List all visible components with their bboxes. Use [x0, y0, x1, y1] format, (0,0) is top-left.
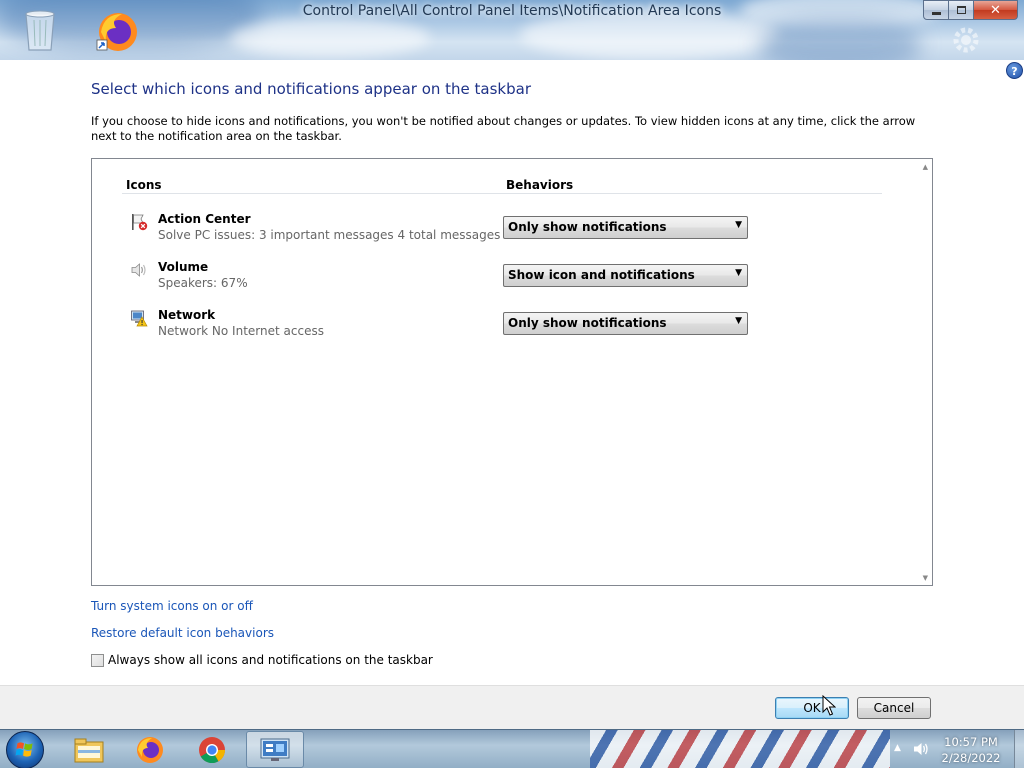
- window-titlebar[interactable]: Control Panel\All Control Panel Items\No…: [0, 0, 1024, 60]
- taskbar: ▲ 10:57 PM 2/28/2022: [0, 729, 1024, 768]
- file-explorer-icon: [74, 738, 104, 762]
- firefox-icon: [137, 736, 163, 763]
- show-desktop-button[interactable]: [1014, 730, 1024, 768]
- list-scrollbar[interactable]: ▲ ▼: [915, 159, 932, 585]
- dropdown-value: Show icon and notifications: [508, 268, 695, 282]
- list-item-name: Volume: [158, 260, 209, 274]
- chevron-down-icon: ▼: [735, 316, 742, 326]
- list-item-network: Network Network No Internet access Only …: [130, 307, 890, 347]
- close-button[interactable]: ✕: [973, 0, 1018, 20]
- column-header-icons: Icons: [126, 178, 162, 192]
- gear-icon: [953, 27, 979, 53]
- minimize-button[interactable]: [923, 0, 949, 20]
- chrome-icon: [199, 736, 226, 763]
- dialog-footer: OK Cancel: [0, 685, 1024, 729]
- restore-default-behaviors-link[interactable]: Restore default icon behaviors: [91, 626, 274, 640]
- clock-date[interactable]: 2/28/2022: [940, 751, 1002, 765]
- behavior-dropdown-action-center[interactable]: Only show notifications ▼: [503, 216, 748, 239]
- dropdown-value: Only show notifications: [508, 316, 667, 330]
- help-icon[interactable]: ?: [1006, 62, 1023, 79]
- taskbar-file-explorer[interactable]: [60, 731, 118, 768]
- always-show-all-icons-checkbox[interactable]: Always show all icons and notifications …: [91, 653, 433, 667]
- list-item-description: Speakers: 67%: [158, 276, 248, 290]
- notification-icons-list[interactable]: Icons Behaviors Action Center Solve PC i…: [91, 158, 933, 586]
- scroll-down-icon[interactable]: ▼: [923, 574, 928, 582]
- page-title: Select which icons and notifications app…: [91, 80, 531, 98]
- checkbox-box[interactable]: [91, 653, 104, 667]
- minimize-icon: [931, 11, 941, 15]
- speaker-icon: [131, 263, 146, 277]
- checkbox-label: Always show all icons and notifications …: [108, 653, 433, 667]
- chevron-down-icon: ▼: [735, 220, 742, 230]
- list-item-action-center: Action Center Solve PC issues: 3 importa…: [130, 211, 890, 251]
- notification-area: ▲ 10:57 PM 2/28/2022: [890, 730, 1024, 768]
- windows-start-orb-icon[interactable]: [6, 731, 44, 768]
- list-item-name: Network: [158, 308, 216, 322]
- volume-tray-icon[interactable]: [912, 740, 930, 758]
- dropdown-value: Only show notifications: [508, 220, 667, 234]
- turn-system-icons-link[interactable]: Turn system icons on or off: [91, 599, 253, 613]
- clock-time[interactable]: 10:57 PM: [940, 735, 1002, 749]
- taskbar-control-panel[interactable]: [246, 731, 304, 768]
- action-center-flag-icon: [132, 214, 148, 231]
- column-header-behaviors: Behaviors: [506, 178, 574, 192]
- windows-logo-icon: [15, 742, 33, 757]
- wallpaper-peek: [590, 730, 890, 768]
- list-item-description: Network No Internet access: [158, 324, 324, 338]
- mouse-cursor-icon: [822, 695, 836, 716]
- network-warning-icon: [131, 310, 148, 327]
- show-hidden-icons-arrow[interactable]: ▲: [894, 743, 901, 753]
- cancel-button[interactable]: Cancel: [857, 697, 931, 719]
- restore-icon: [956, 6, 966, 14]
- ok-button[interactable]: OK: [775, 697, 849, 719]
- scroll-up-icon[interactable]: ▲: [923, 163, 928, 171]
- chevron-down-icon: ▼: [735, 268, 742, 278]
- close-icon: ✕: [990, 2, 1001, 18]
- window-title: Control Panel\All Control Panel Items\No…: [302, 3, 722, 19]
- behavior-dropdown-network[interactable]: Only show notifications ▼: [503, 312, 748, 335]
- list-item-name: Action Center: [158, 212, 251, 226]
- header-divider: [122, 193, 882, 194]
- restore-button[interactable]: [948, 0, 974, 20]
- list-item-volume: Volume Speakers: 67% Show icon and notif…: [130, 259, 890, 299]
- taskbar-firefox[interactable]: [121, 731, 179, 768]
- control-panel-icon: [260, 738, 290, 761]
- behavior-dropdown-volume[interactable]: Show icon and notifications ▼: [503, 264, 748, 287]
- list-item-description: Solve PC issues: 3 important messages 4 …: [158, 228, 501, 242]
- taskbar-chrome[interactable]: [183, 731, 241, 768]
- page-description: If you choose to hide icons and notifica…: [91, 114, 916, 143]
